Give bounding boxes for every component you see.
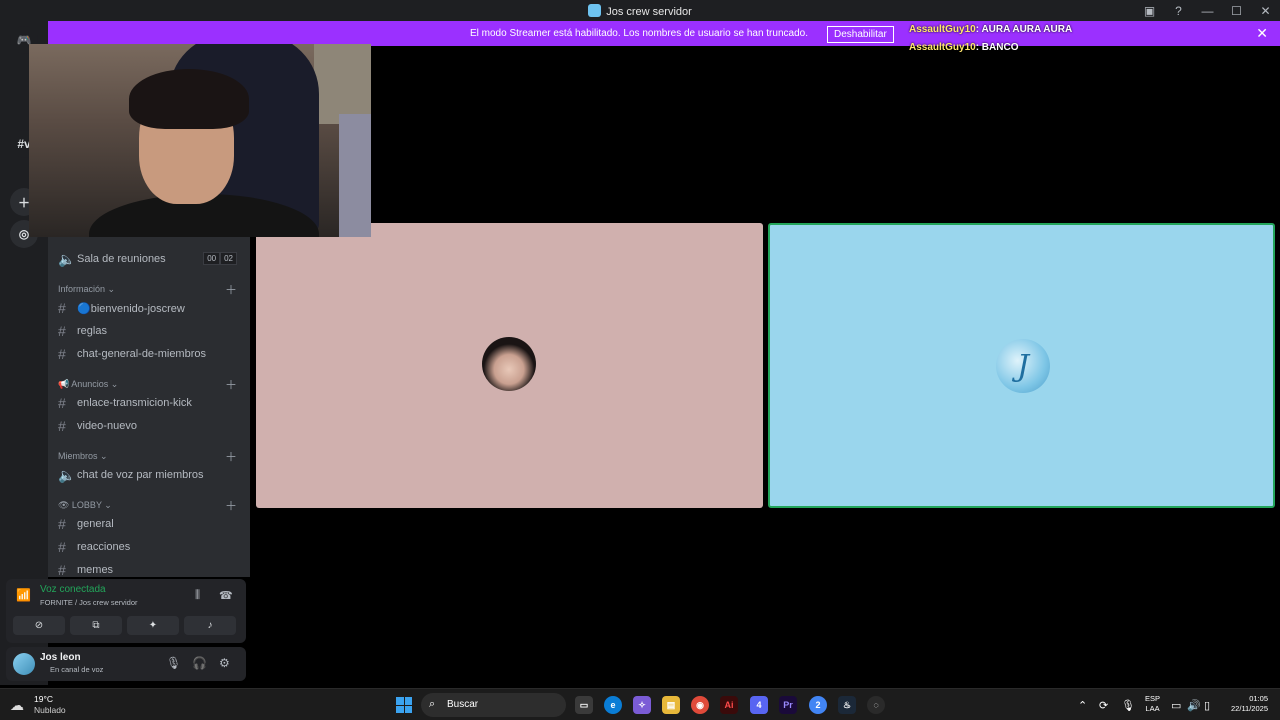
start-button[interactable] xyxy=(396,697,412,713)
screen-share-button[interactable]: ⧉ xyxy=(70,616,122,635)
disconnect-icon[interactable]: ☎ xyxy=(219,589,233,602)
steam-icon[interactable]: ♨ xyxy=(838,696,856,714)
display-icon[interactable]: ▭ xyxy=(1171,699,1181,712)
chrome-icon[interactable]: ◉ xyxy=(691,696,709,714)
hash-icon: # xyxy=(58,346,66,362)
channel-video-nuevo[interactable]: # video-nuevo xyxy=(58,416,243,436)
app-icon[interactable]: ◌ xyxy=(867,696,885,714)
camera-off-button[interactable]: ⊘ xyxy=(13,616,65,635)
minimize-button[interactable]: — xyxy=(1193,4,1222,18)
participant-avatar: J xyxy=(996,339,1050,393)
activities-button[interactable]: ✦ xyxy=(127,616,179,635)
signal-icon[interactable]: 📶 xyxy=(16,588,31,602)
disable-streamer-button[interactable]: Deshabilitar xyxy=(827,26,894,43)
voice-channel-miembros[interactable]: 🔈 chat de voz par miembros xyxy=(58,465,243,485)
window-title: Jos crew servidor xyxy=(0,4,1280,18)
edge-icon[interactable]: e xyxy=(604,696,622,714)
discord-taskbar-icon[interactable]: 4 xyxy=(750,696,768,714)
inbox-icon[interactable]: ▣ xyxy=(1135,4,1164,18)
participant-tile[interactable] xyxy=(256,223,763,508)
close-window-button[interactable]: ✕ xyxy=(1251,4,1280,18)
webcam-person-hair xyxy=(129,69,249,129)
webcam-wall xyxy=(314,44,371,124)
task-view-icon[interactable]: ▭ xyxy=(575,696,593,714)
username[interactable]: Jos leon xyxy=(40,652,81,663)
stream-chat-overlay: AssaultGuy10: AURA AURA AURA AssaultGuy1… xyxy=(909,21,1072,57)
banner-message: El modo Streamer está habilitado. Los no… xyxy=(470,28,808,39)
voice-connection-panel: 📶 Voz conectada FORNITE / Jos crew servi… xyxy=(6,579,246,643)
hash-icon: # xyxy=(58,395,66,411)
microphone-icon[interactable]: 🎙 xyxy=(166,656,181,670)
search-icon: ⌕ xyxy=(429,698,436,710)
chrome-profile-icon[interactable]: 2 xyxy=(809,696,827,714)
add-channel-icon[interactable]: ＋ xyxy=(225,281,237,298)
close-banner-icon[interactable]: ✕ xyxy=(1256,25,1268,42)
channel-chat-general[interactable]: # chat-general-de-miembros xyxy=(58,344,243,364)
overlay-chat-line: AssaultGuy10: BANCO xyxy=(909,42,1019,53)
hash-icon: # xyxy=(58,516,66,532)
file-explorer-icon[interactable]: ▤ xyxy=(662,696,680,714)
help-icon[interactable]: ? xyxy=(1164,4,1193,18)
chevron-up-icon[interactable]: ⌃ xyxy=(1078,699,1087,712)
app-icon xyxy=(588,4,602,17)
premiere-icon[interactable]: Pr xyxy=(779,696,797,714)
volume-icon[interactable]: 🔊 xyxy=(1187,699,1201,712)
hash-icon: # xyxy=(58,323,66,339)
illustrator-icon[interactable]: Ai xyxy=(720,696,738,714)
sync-icon[interactable]: ⟳ xyxy=(1099,699,1108,712)
channel-bienvenido[interactable]: # 🔵bienvenido-joscrew xyxy=(58,298,243,318)
copilot-icon[interactable]: ✧ xyxy=(633,696,651,714)
noise-suppression-icon[interactable]: ⫼ xyxy=(195,589,200,602)
channel-enlace[interactable]: # enlace-transmicion-kick xyxy=(58,393,243,413)
speaker-icon: 🔈 xyxy=(58,466,76,483)
channel-memes[interactable]: # memes xyxy=(58,560,243,577)
voice-location[interactable]: FORNITE / Jos crew servidor xyxy=(40,598,138,607)
channel-list: 🔈 Sala de reuniones 00 02 Información ⌄ ＋ … xyxy=(48,237,250,577)
gear-icon[interactable]: ⚙ xyxy=(219,656,230,670)
channel-general[interactable]: # general xyxy=(58,514,243,534)
microphone-tray-icon[interactable]: 🎙 xyxy=(1121,699,1135,712)
battery-icon[interactable]: ▯ xyxy=(1204,699,1210,712)
participant-tile-speaking[interactable]: J xyxy=(768,223,1275,508)
add-channel-icon[interactable]: ＋ xyxy=(225,376,237,393)
avatar[interactable] xyxy=(13,653,35,675)
voice-status[interactable]: Voz conectada xyxy=(40,584,106,595)
overlay-chat-line: AssaultGuy10: AURA AURA AURA xyxy=(909,24,1073,35)
voice-user-count: 00 02 xyxy=(203,252,237,265)
hash-icon: # xyxy=(58,562,66,577)
category-anuncios[interactable]: 📢 Anuncios ⌄ ＋ xyxy=(58,376,243,392)
clock[interactable]: 01:05 22/11/2025 xyxy=(1231,694,1268,714)
channel-reglas[interactable]: # reglas xyxy=(58,321,243,341)
hash-icon: # xyxy=(58,539,66,555)
windows-taskbar: ☁ 19°C Nublado ⌕ Buscar ▭ e ✧ ▤ ◉ Ai 4 P… xyxy=(0,688,1280,720)
webcam-bed xyxy=(339,114,371,237)
maximize-button[interactable]: ☐ xyxy=(1222,4,1251,18)
headphones-icon[interactable]: 🎧 xyxy=(192,656,207,670)
hash-icon: # xyxy=(58,418,66,434)
soundboard-button[interactable]: ♪ xyxy=(184,616,236,635)
add-channel-icon[interactable]: ＋ xyxy=(225,448,237,465)
speaker-icon: 🔈 xyxy=(58,250,76,267)
participant-avatar xyxy=(482,337,536,391)
hash-icon: # xyxy=(58,300,66,316)
language-indicator[interactable]: ESP LAA xyxy=(1145,694,1160,714)
webcam-overlay xyxy=(29,44,371,237)
taskbar-search[interactable]: ⌕ Buscar xyxy=(421,693,566,717)
user-status: En canal de voz xyxy=(50,665,104,674)
cloud-icon: ☁ xyxy=(10,697,24,713)
category-lobby[interactable]: 👁 LOBBY ⌄ ＋ xyxy=(58,497,243,513)
voice-channel-sala[interactable]: 🔈 Sala de reuniones 00 02 xyxy=(58,249,243,269)
add-channel-icon[interactable]: ＋ xyxy=(225,497,237,514)
streamer-mode-banner: El modo Streamer está habilitado. Los no… xyxy=(48,21,1280,46)
window-titlebar: Jos crew servidor ▣ ? — ☐ ✕ xyxy=(0,0,1280,21)
user-panel: Jos leon En canal de voz 🎙 🎧 ⚙ xyxy=(6,647,246,681)
titlebar-controls: ▣ ? — ☐ ✕ xyxy=(1135,0,1280,21)
channel-reacciones[interactable]: # reacciones xyxy=(58,537,243,557)
category-miembros[interactable]: Miembros ⌄ ＋ xyxy=(58,448,243,464)
category-informacion[interactable]: Información ⌄ ＋ xyxy=(58,281,243,297)
